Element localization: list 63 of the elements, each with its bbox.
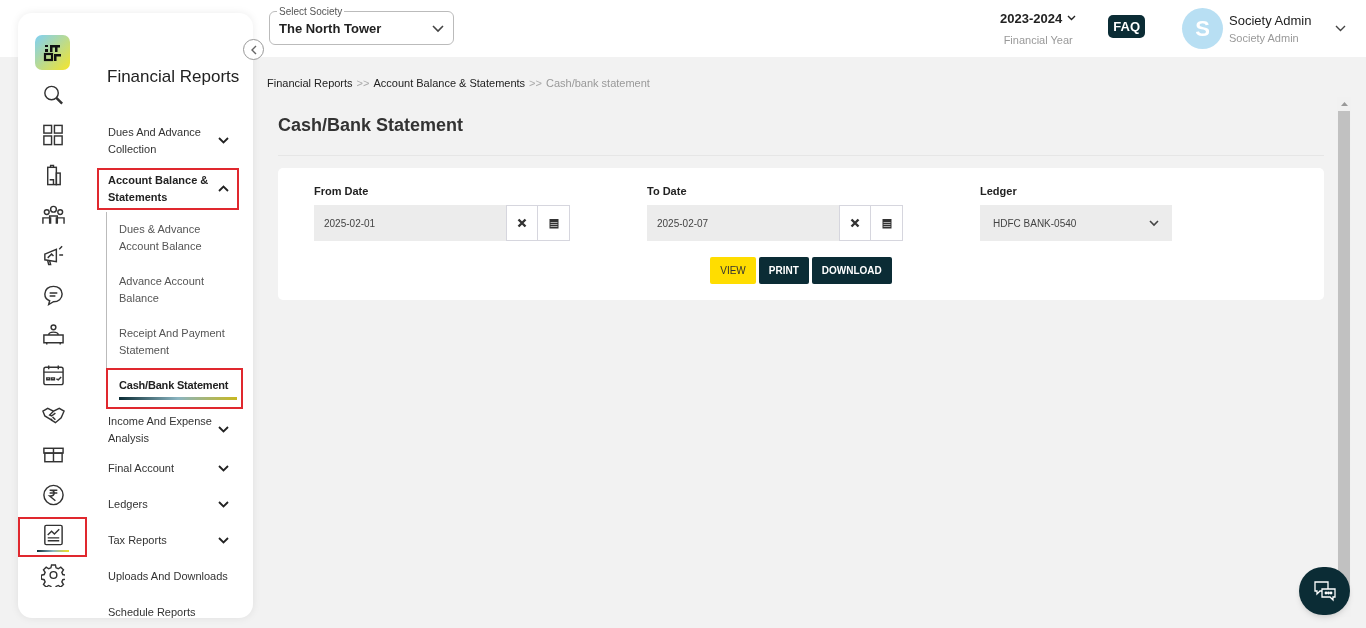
menu-item[interactable]: Tax Reports — [97, 522, 239, 559]
menu-title: Financial Reports — [107, 66, 241, 88]
report-nav-button[interactable] — [18, 517, 87, 557]
field-label: Ledger — [980, 183, 1018, 199]
breadcrumb-separator: >> — [529, 76, 542, 91]
submenu-item[interactable]: Cash/Bank Statement — [106, 367, 243, 409]
society-select[interactable]: Select Society The North Tower — [269, 6, 454, 45]
breadcrumb-link[interactable]: Account Balance & Statements — [373, 75, 526, 92]
grid-icon — [40, 122, 65, 147]
menu-item[interactable]: Final Account — [97, 450, 239, 487]
chevron-down-icon — [1067, 15, 1077, 22]
menu-item[interactable]: Uploads And Downloads — [97, 558, 239, 595]
chevron-down-icon — [218, 426, 229, 433]
chevron-down-icon — [1149, 219, 1159, 227]
clear-button[interactable] — [506, 205, 538, 241]
chevron-down-icon[interactable] — [1335, 25, 1346, 32]
page-title: Cash/Bank Statement — [278, 111, 1324, 156]
menu-item[interactable]: Income And Expense Analysis — [97, 408, 239, 451]
breadcrumb-separator: >> — [356, 76, 370, 91]
menu-item[interactable]: Dues And Advance Collection — [97, 119, 239, 162]
close-icon — [517, 218, 527, 228]
user-name: Society Admin — [1229, 11, 1313, 30]
chevron-down-icon — [432, 24, 444, 33]
financial-year-caption: Financial Year — [1003, 33, 1073, 48]
chevron-up-icon — [218, 185, 229, 192]
user-role: Society Admin — [1229, 31, 1300, 46]
action-button[interactable]: VIEW — [710, 257, 756, 284]
action-button[interactable]: PRINT — [758, 257, 809, 284]
chat-button[interactable] — [1299, 567, 1350, 615]
settings-icon — [40, 562, 65, 587]
submenu-item[interactable]: Dues & Advance Account Balance — [106, 211, 243, 264]
submenu-item[interactable]: Receipt And Payment Statement — [106, 315, 243, 368]
user-avatar: S — [1182, 8, 1223, 49]
field-label: To Date — [647, 183, 688, 199]
menu-item[interactable]: Ledgers — [97, 486, 239, 523]
calendar-icon — [881, 217, 892, 229]
calendar-button[interactable] — [538, 205, 570, 241]
chevron-down-icon — [218, 537, 229, 544]
financial-year-dropdown[interactable]: 2023-2024 — [1000, 8, 1077, 28]
chevron-down-icon — [218, 465, 229, 472]
submenu-item[interactable]: Advance Account Balance — [106, 263, 243, 316]
breadcrumb-link[interactable]: Financial Reports — [267, 75, 353, 92]
field-label: From Date — [314, 183, 370, 199]
app-logo[interactable] — [35, 35, 70, 70]
calendar-icon — [40, 362, 65, 387]
chevron-down-icon — [218, 501, 229, 508]
faq-button[interactable]: FAQ — [1108, 14, 1145, 39]
menu-item[interactable]: Account Balance & Statements — [97, 167, 239, 210]
close-icon — [850, 218, 860, 228]
ledger-select[interactable]: HDFC BANK-0540 — [980, 205, 1172, 241]
chat-icon — [1312, 580, 1337, 602]
rupee-icon — [40, 482, 65, 507]
calendar-icon — [548, 217, 559, 229]
chevron-left-icon — [250, 44, 257, 55]
date-input[interactable]: 2025-02-01 — [314, 205, 506, 241]
date-input[interactable]: 2025-02-07 — [647, 205, 839, 241]
action-button[interactable]: DOWNLOAD — [811, 257, 892, 284]
breadcrumb-current: Cash/bank statement — [545, 76, 650, 91]
desk-icon — [40, 322, 65, 347]
chevron-down-icon — [218, 137, 229, 144]
calendar-button[interactable] — [871, 205, 903, 241]
clear-button[interactable] — [839, 205, 871, 241]
menu-item[interactable]: Schedule Reports — [97, 594, 239, 618]
